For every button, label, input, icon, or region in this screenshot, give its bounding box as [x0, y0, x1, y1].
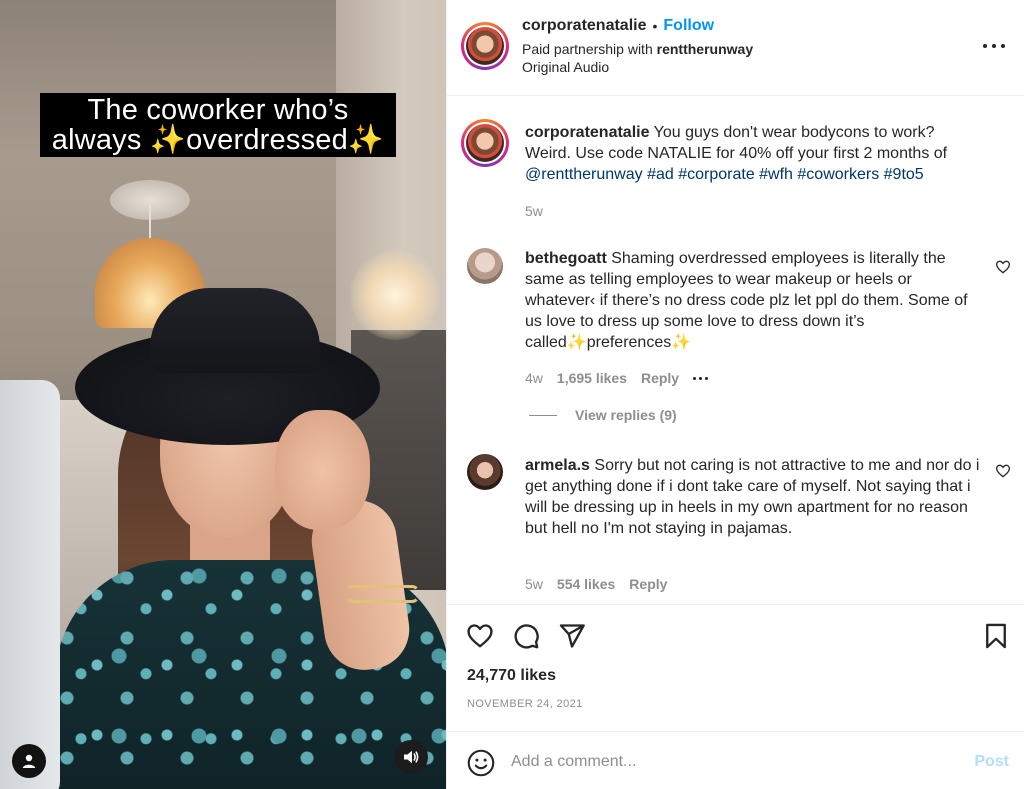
bracelet: [345, 585, 420, 603]
comment-input[interactable]: [511, 750, 951, 774]
caption-timestamp[interactable]: 5w: [525, 203, 543, 219]
author-username[interactable]: corporatenatalie: [522, 17, 646, 35]
author-avatar[interactable]: [461, 22, 509, 70]
comment-meta: 5w 554 likes Reply: [525, 576, 667, 592]
audio-label[interactable]: Original Audio: [522, 59, 609, 75]
comment-reply-button[interactable]: Reply: [629, 576, 667, 592]
post-header: corporatenatalie • Follow Paid partnersh…: [447, 0, 1024, 96]
sound-toggle-button[interactable]: [394, 740, 428, 774]
more-options-button[interactable]: [983, 36, 1005, 56]
comment-like-heart-icon[interactable]: [995, 463, 1011, 479]
comment-username[interactable]: bethegoatt: [525, 250, 607, 267]
candle-glow: [350, 250, 440, 340]
heart-icon[interactable]: [466, 622, 494, 650]
emoji-icon[interactable]: [467, 749, 495, 777]
caption-text: corporatenatalie You guys don't wear bod…: [525, 122, 983, 185]
caption-meta: 5w: [525, 203, 543, 219]
partnership-prefix: Paid partnership with: [522, 41, 657, 57]
comment-icon[interactable]: [512, 622, 540, 650]
lamp-cord: [149, 205, 151, 240]
commenter-avatar[interactable]: [467, 248, 503, 284]
partner-link[interactable]: renttherunway: [657, 41, 753, 57]
comment-username[interactable]: armela.s: [525, 457, 590, 474]
comment-likes-count[interactable]: 554 likes: [557, 576, 615, 592]
video-caption-overlay: The coworker who’s always ✨overdressed✨: [40, 93, 396, 157]
comment-timestamp[interactable]: 5w: [525, 576, 543, 592]
share-icon[interactable]: [558, 622, 586, 650]
add-comment-bar: Post: [447, 731, 1024, 789]
comment-options-button[interactable]: [693, 376, 709, 380]
post-date[interactable]: NOVEMBER 24, 2021: [467, 698, 583, 710]
view-replies-button[interactable]: View replies (9): [529, 407, 677, 423]
user-icon: [22, 754, 36, 768]
comment-body: Sorry but not caring is not attractive t…: [525, 457, 980, 537]
view-replies-label: View replies (9): [575, 407, 677, 423]
hat-crown: [150, 288, 320, 373]
separator-dot: •: [652, 18, 658, 34]
comment-text: bethegoatt Shaming overdressed employees…: [525, 248, 983, 353]
post-details-panel: corporatenatalie • Follow Paid partnersh…: [446, 0, 1024, 789]
bookmark-icon[interactable]: [982, 622, 1010, 650]
author-line: corporatenatalie • Follow: [522, 17, 714, 35]
follow-button[interactable]: Follow: [663, 17, 714, 35]
caption-avatar[interactable]: [461, 119, 509, 167]
comments-list[interactable]: corporatenatalie You guys don't wear bod…: [447, 97, 1024, 604]
caption-tags[interactable]: @renttherunway #ad #corporate #wfh #cowo…: [525, 166, 924, 183]
more-horizontal-icon: [983, 44, 987, 48]
comment-likes-count[interactable]: 1,695 likes: [557, 370, 627, 386]
comment-meta: 4w 1,695 likes Reply: [525, 370, 709, 386]
post-media[interactable]: The coworker who’s always ✨overdressed✨: [0, 0, 446, 789]
person-hand: [275, 410, 370, 530]
post-likes-count[interactable]: 24,770 likes: [467, 667, 556, 685]
replies-divider: [529, 414, 557, 416]
caption-username[interactable]: corporatenatalie: [525, 124, 649, 141]
paid-partnership-label: Paid partnership with renttherunway: [522, 41, 753, 57]
speaker-icon: [404, 750, 419, 764]
post-comment-button[interactable]: Post: [974, 753, 1009, 771]
tagged-users-button[interactable]: [12, 744, 46, 778]
comment-reply-button[interactable]: Reply: [641, 370, 679, 386]
comment-like-heart-icon[interactable]: [995, 259, 1011, 275]
comment-timestamp[interactable]: 4w: [525, 370, 543, 386]
commenter-avatar[interactable]: [467, 454, 503, 490]
comment-text: armela.s Sorry but not caring is not att…: [525, 455, 983, 539]
laptop-edge: [0, 380, 60, 789]
